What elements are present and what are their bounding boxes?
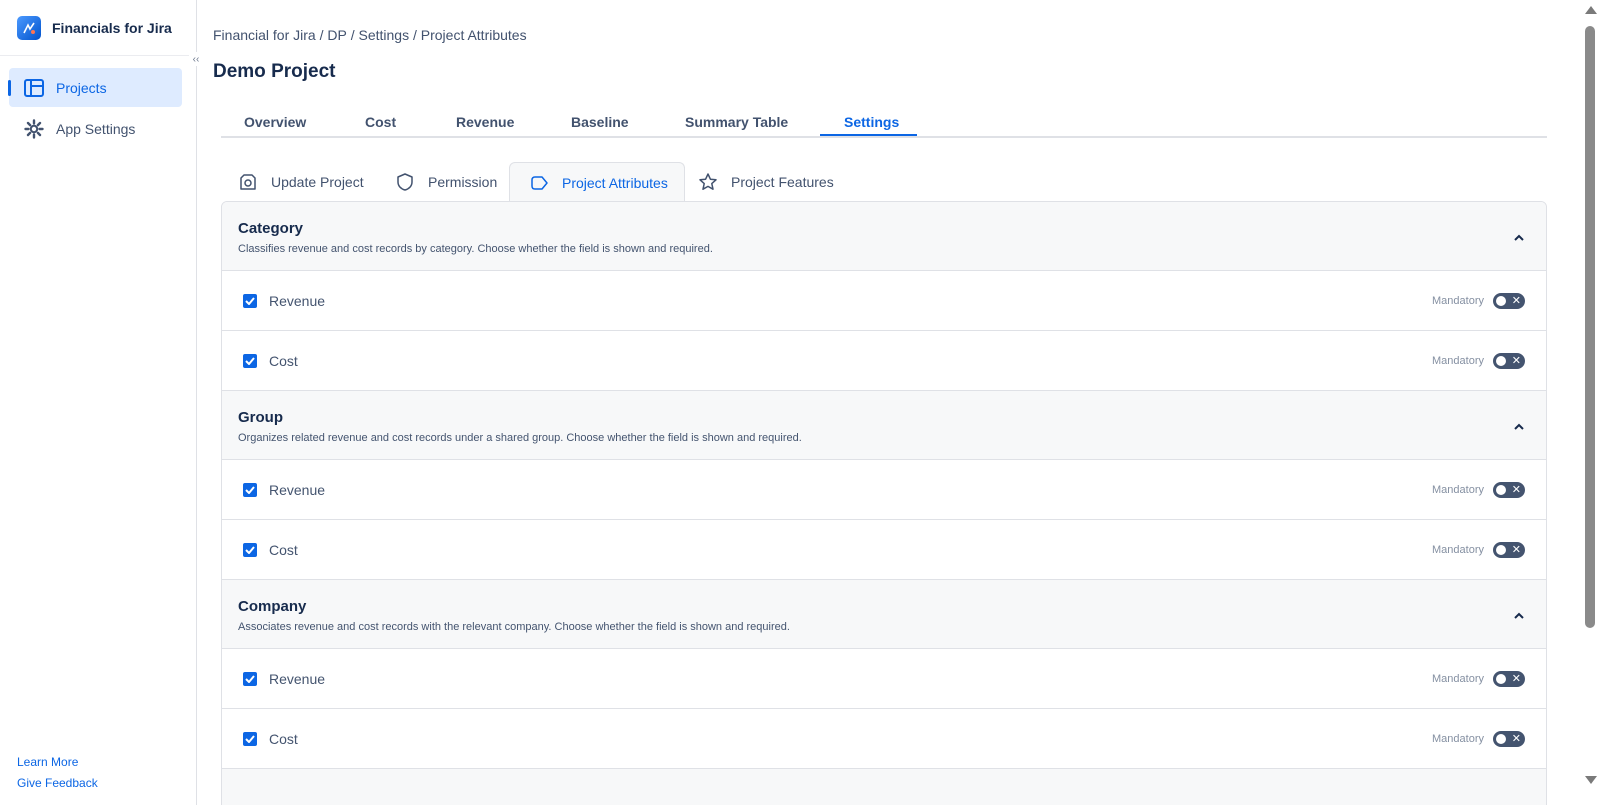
row-label: Revenue — [269, 293, 326, 309]
row-label: Cost — [269, 542, 298, 558]
chevron-up-icon[interactable] — [1512, 419, 1526, 433]
sidebar-item-label: Projects — [56, 79, 107, 96]
give-feedback-link[interactable]: Give Feedback — [17, 776, 98, 790]
main-tabs: Overview Cost Revenue Baseline Summary T… — [221, 110, 1547, 138]
star-icon — [697, 171, 719, 193]
subtab-update-project[interactable]: Update Project — [237, 162, 364, 202]
mandatory-label: Mandatory — [1432, 673, 1484, 685]
tag-icon — [528, 172, 550, 194]
cost-checkbox[interactable] — [243, 543, 257, 557]
chevron-up-icon[interactable] — [1512, 608, 1526, 622]
subtab-project-attributes[interactable]: Project Attributes — [509, 162, 685, 202]
section-description: Associates revenue and cost records with… — [238, 621, 790, 633]
tab-overview[interactable]: Overview — [244, 114, 306, 138]
toggle-knob — [1496, 734, 1506, 744]
main-content: Financial for Jira / DP / Settings / Pro… — [197, 0, 1549, 805]
list-item: Revenue Mandatory ✕ — [222, 271, 1546, 331]
mandatory-label: Mandatory — [1432, 295, 1484, 307]
revenue-checkbox[interactable] — [243, 483, 257, 497]
page-scrollbar[interactable] — [1581, 0, 1599, 805]
tab-cost[interactable]: Cost — [365, 114, 396, 138]
mandatory-label: Mandatory — [1432, 733, 1484, 745]
subtab-label: Project Attributes — [562, 174, 668, 191]
toggle-knob — [1496, 545, 1506, 555]
cost-checkbox[interactable] — [243, 732, 257, 746]
learn-more-link[interactable]: Learn More — [17, 755, 78, 769]
chevron-up-icon[interactable] — [1512, 230, 1526, 244]
revenue-checkbox[interactable] — [243, 294, 257, 308]
toggle-knob — [1496, 674, 1506, 684]
row-label: Cost — [269, 731, 298, 747]
gear-icon — [23, 118, 45, 140]
app-logo-icon — [17, 15, 41, 40]
sidebar-item-app-settings[interactable]: App Settings — [9, 109, 182, 148]
mandatory-label: Mandatory — [1432, 355, 1484, 367]
section-header-category[interactable]: Category Classifies revenue and cost rec… — [222, 202, 1546, 271]
breadcrumb-item-financial[interactable]: Financial for Jira — [213, 27, 316, 43]
shield-icon — [394, 171, 416, 193]
list-item: Cost Mandatory ✕ — [222, 520, 1546, 580]
mandatory-label: Mandatory — [1432, 484, 1484, 496]
mandatory-toggle[interactable]: ✕ — [1493, 482, 1525, 498]
list-item: Revenue Mandatory ✕ — [222, 649, 1546, 709]
mandatory-label: Mandatory — [1432, 544, 1484, 556]
subtab-label: Permission — [428, 174, 498, 190]
cost-checkbox[interactable] — [243, 354, 257, 368]
mandatory-toggle[interactable]: ✕ — [1493, 293, 1525, 309]
subtab-label: Project Features — [731, 174, 834, 190]
toggle-knob — [1496, 296, 1506, 306]
scroll-up-icon[interactable] — [1585, 6, 1597, 14]
row-label: Revenue — [269, 671, 326, 687]
list-item: Cost Mandatory ✕ — [222, 709, 1546, 769]
app-title: Financials for Jira — [52, 19, 172, 36]
mandatory-toggle[interactable]: ✕ — [1493, 542, 1525, 558]
close-icon: ✕ — [1511, 673, 1521, 685]
close-icon: ✕ — [1511, 733, 1521, 745]
row-label: Cost — [269, 353, 298, 369]
breadcrumb-item-dp[interactable]: / DP — [316, 27, 347, 43]
section-header-company[interactable]: Company Associates revenue and cost reco… — [222, 580, 1546, 649]
subtab-permission[interactable]: Permission — [394, 162, 497, 202]
toggle-knob — [1496, 356, 1506, 366]
page-title: Demo Project — [213, 61, 336, 82]
sidebar: Financials for Jira ‹‹ Projects App Sett… — [0, 0, 203, 805]
mandatory-toggle[interactable]: ✕ — [1493, 731, 1525, 747]
app-brand: Financials for Jira — [0, 0, 196, 56]
breadcrumb: Financial for Jira / DP / Settings / Pro… — [213, 27, 527, 43]
sidebar-item-label: App Settings — [56, 120, 136, 137]
subtab-project-features[interactable]: Project Features — [697, 162, 834, 202]
section-header-next[interactable] — [222, 769, 1546, 805]
mandatory-toggle[interactable]: ✕ — [1493, 353, 1525, 369]
attributes-panel: Category Classifies revenue and cost rec… — [221, 201, 1547, 805]
section-description: Classifies revenue and cost records by c… — [238, 243, 713, 255]
scrollbar-thumb[interactable] — [1585, 26, 1595, 628]
tab-revenue[interactable]: Revenue — [456, 114, 514, 138]
active-tab-indicator — [820, 134, 917, 136]
breadcrumb-item-settings[interactable]: / Settings — [347, 27, 409, 43]
close-icon: ✕ — [1511, 295, 1521, 307]
revenue-checkbox[interactable] — [243, 672, 257, 686]
mandatory-toggle[interactable]: ✕ — [1493, 671, 1525, 687]
subtab-label: Update Project — [271, 174, 364, 190]
list-item: Revenue Mandatory ✕ — [222, 460, 1546, 520]
section-title: Category — [238, 220, 304, 237]
tab-baseline[interactable]: Baseline — [571, 114, 629, 138]
close-icon: ✕ — [1511, 484, 1521, 496]
close-icon: ✕ — [1511, 544, 1521, 556]
section-description: Organizes related revenue and cost recor… — [238, 432, 802, 444]
sidebar-item-projects[interactable]: Projects — [8, 68, 182, 107]
close-icon: ✕ — [1511, 355, 1521, 367]
toggle-knob — [1496, 485, 1506, 495]
section-header-group[interactable]: Group Organizes related revenue and cost… — [222, 391, 1546, 460]
update-icon — [237, 171, 259, 193]
tab-summary-table[interactable]: Summary Table — [685, 114, 788, 138]
board-icon — [23, 77, 45, 99]
section-title: Group — [238, 409, 283, 426]
section-title: Company — [238, 598, 307, 615]
breadcrumb-item-project-attributes: / Project Attributes — [409, 27, 527, 43]
row-label: Revenue — [269, 482, 326, 498]
list-item: Cost Mandatory ✕ — [222, 331, 1546, 391]
scroll-down-icon[interactable] — [1585, 776, 1597, 784]
settings-subtabs: Update Project Permission Project Attrib… — [221, 162, 1547, 202]
